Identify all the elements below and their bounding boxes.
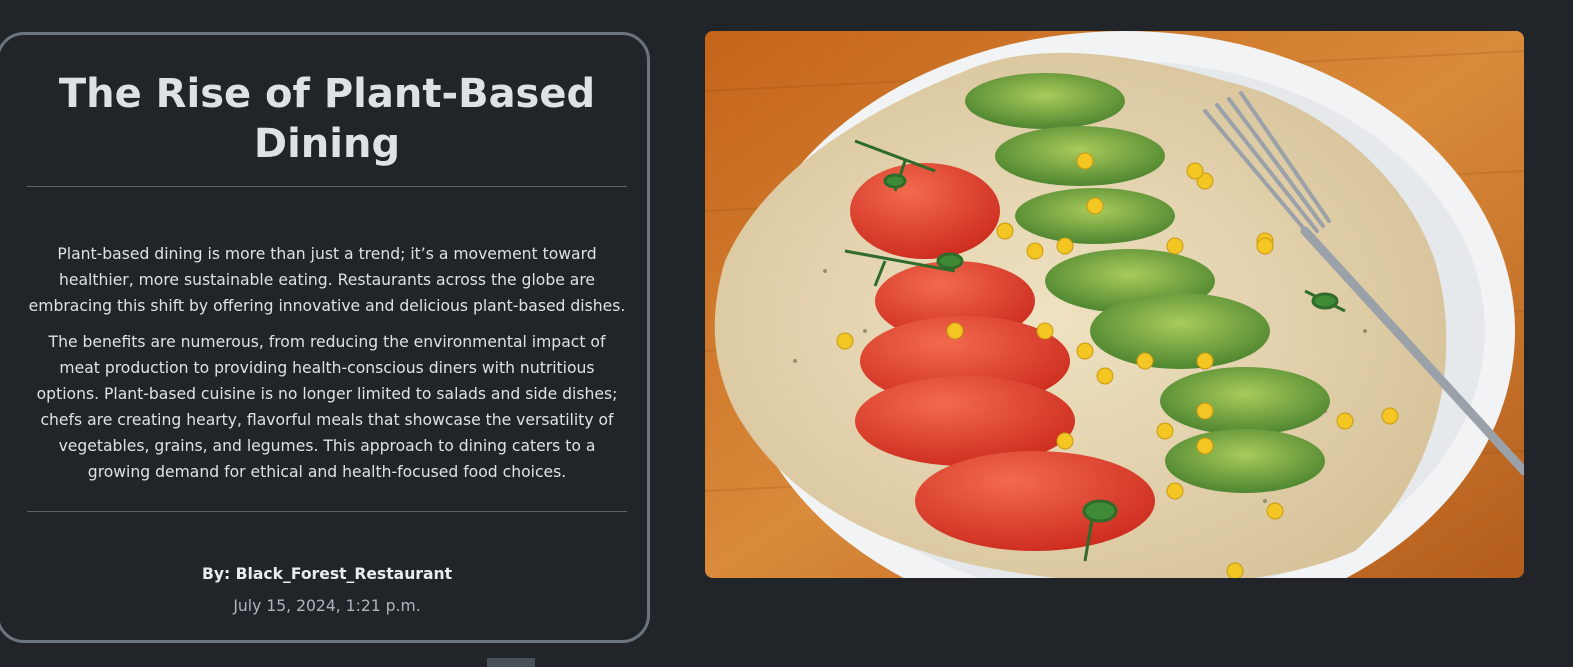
article-paragraph-2: The benefits are numerous, from reducing… — [36, 333, 618, 481]
article-body: Plant-based dining is more than just a t… — [27, 241, 627, 495]
title-divider — [27, 186, 627, 187]
article-author: By: Black_Forest_Restaurant — [201, 565, 453, 583]
article-date: July 15, 2024, 1:21 p.m. — [233, 597, 421, 615]
food-photo — [705, 31, 1524, 578]
article-title: The Rise of Plant-Based Dining — [58, 71, 596, 167]
footer-divider — [27, 511, 627, 512]
article-image — [705, 31, 1524, 578]
article-paragraph-1: Plant-based dining is more than just a t… — [28, 245, 626, 315]
article-card: The Rise of Plant-Based Dining Plant-bas… — [0, 32, 650, 643]
scroll-indicator[interactable] — [487, 658, 535, 667]
